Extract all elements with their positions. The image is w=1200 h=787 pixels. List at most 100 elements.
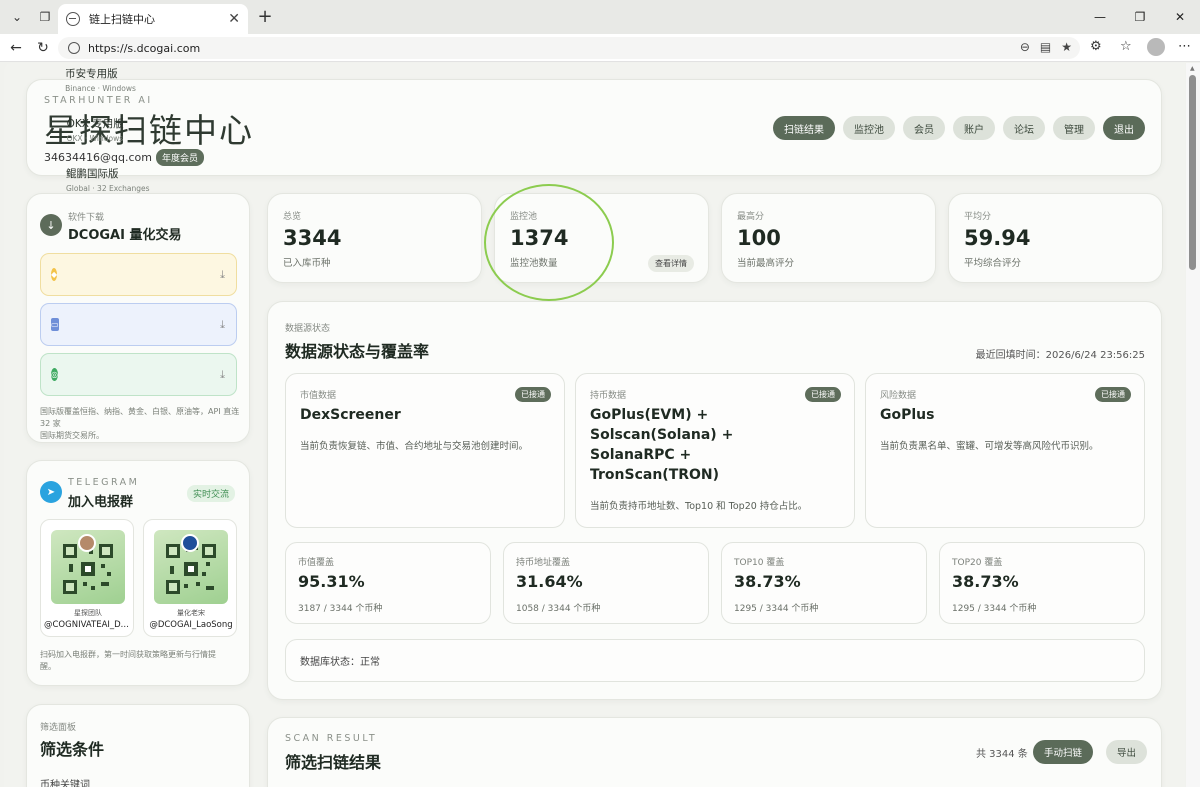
coverage-label: 市值覆盖 xyxy=(298,558,335,568)
source-market-cap: 市值数据 已接通 DexScreener 当前负责恢复链、市值、合约地址与交易池… xyxy=(285,373,565,528)
telegram-note-line: 扫码加入电报群，第一时间获取策略更新与行情提 xyxy=(40,650,216,659)
database-status: 数据库状态：正常 xyxy=(285,639,1145,682)
scan-eyebrow: SCAN RESULT xyxy=(285,733,378,744)
filter-title: 筛选条件 xyxy=(40,740,105,759)
coverage-sub: 3187 / 3344 个币种 xyxy=(298,604,383,614)
browser-tab-bar: ⌄ ❐ 链上扫链中心 ✕ + — ❐ ✕ xyxy=(0,0,1200,34)
connected-badge: 已接通 xyxy=(1095,387,1131,402)
stat-sub: 平均综合评分 xyxy=(964,258,1022,269)
stat-value: 59.94 xyxy=(964,226,1031,250)
logout-button[interactable]: 退出 xyxy=(1103,116,1145,140)
globe-icon xyxy=(66,12,80,26)
qr-code-icon xyxy=(51,530,125,604)
coverage-sub: 1295 / 3344 个币种 xyxy=(952,604,1037,614)
download-note-line: 国际期货交易所。 xyxy=(40,431,104,440)
qr-caption: 星探团队 xyxy=(74,609,102,617)
qr-handle[interactable]: @COGNIVATEAI_DA... xyxy=(41,620,135,630)
filter-label: 筛选面板 xyxy=(40,723,77,733)
scan-count: 共 3344 条 xyxy=(976,749,1028,760)
stat-sub: 当前最高评分 xyxy=(737,258,795,269)
download-item-name: 鲲鹏国际版 xyxy=(65,168,119,180)
telegram-note-line: 醒。 xyxy=(40,662,56,671)
datasource-label: 数据源状态 xyxy=(285,324,331,334)
source-desc: 当前负责持币地址数、Top10 和 Top20 持仓占比。 xyxy=(590,501,808,512)
manual-scan-button[interactable]: 手动扫链 xyxy=(1033,740,1094,764)
stat-sub: 已入库币种 xyxy=(283,258,331,269)
coverage-sub: 1058 / 3344 个币种 xyxy=(516,604,601,614)
zoom-icon[interactable]: ⊖ xyxy=(1020,40,1030,54)
scroll-up-icon[interactable]: ▲ xyxy=(1190,65,1195,72)
qr-handle[interactable]: @DCOGAI_LaoSong xyxy=(144,620,238,630)
stat-avg-score: 平均分 59.94 平均综合评分 xyxy=(948,193,1163,283)
close-window-icon[interactable]: ✕ xyxy=(1160,0,1200,34)
download-icon: ↓ xyxy=(40,214,62,236)
stat-total: 总览 3344 已入库币种 xyxy=(267,193,482,283)
address-bar: ← ↻ https://s.dcogai.com ⊖ ▤ ★ ⚙ ☆ ⋯ xyxy=(0,34,1200,62)
telegram-title: 加入电报群 xyxy=(68,495,134,510)
coverage-top20: TOP20 覆盖 38.73% 1295 / 3344 个币种 xyxy=(939,542,1145,624)
download-global[interactable]: ◎ 鲲鹏国际版 Global · 32 Exchanges ⤓ xyxy=(40,168,237,396)
export-button[interactable]: 导出 xyxy=(1106,740,1148,764)
scrollbar-thumb[interactable] xyxy=(1189,75,1196,270)
profile-avatar-icon[interactable] xyxy=(1147,38,1165,56)
source-name: GoPlus(EVM) + Solscan(Solana) + SolanaRP… xyxy=(590,407,734,483)
page-scrollbar[interactable]: ▲ xyxy=(1186,63,1200,787)
okx-file-icon: ▭ xyxy=(51,318,59,331)
binance-icon: ◆ xyxy=(51,268,58,281)
qr-caption: 量化老宋 xyxy=(177,609,205,617)
coverage-value: 31.64% xyxy=(516,572,583,591)
restore-icon[interactable]: ❐ xyxy=(1120,0,1160,34)
telegram-icon: ➤ xyxy=(40,481,62,503)
minimize-icon[interactable]: — xyxy=(1080,0,1120,34)
browser-tab[interactable]: 链上扫链中心 ✕ xyxy=(58,4,248,34)
source-desc: 当前负责黑名单、蜜罐、可增发等高风险代币识别。 xyxy=(880,441,1099,452)
more-menu-icon[interactable]: ⋯ xyxy=(1178,39,1191,54)
extensions-icon[interactable]: ⚙ xyxy=(1090,39,1102,54)
url-text[interactable]: https://s.dcogai.com xyxy=(88,42,200,55)
keyword-label: 币种关键词 xyxy=(40,780,90,787)
connected-badge: 已接通 xyxy=(805,387,841,402)
highlight-annotation-ring xyxy=(484,184,614,301)
datasource-title: 数据源状态与覆盖率 xyxy=(285,342,430,361)
source-risk: 风险数据 已接通 GoPlus 当前负责黑名单、蜜罐、可增发等高风险代币识别。 xyxy=(865,373,1145,528)
stat-value: 100 xyxy=(737,226,781,250)
source-category: 市值数据 xyxy=(300,391,337,401)
url-box[interactable]: https://s.dcogai.com ⊖ ▤ ★ xyxy=(58,37,1080,59)
source-holders: 持币数据 已接通 GoPlus(EVM) + Solscan(Solana) +… xyxy=(575,373,855,528)
coverage-value: 38.73% xyxy=(952,572,1019,591)
tab-list-chevron-icon[interactable]: ⌄ xyxy=(6,6,28,28)
download-item-name: 币安专用版 xyxy=(65,68,118,80)
coverage-sub: 1295 / 3344 个币种 xyxy=(734,604,819,614)
coverage-value: 38.73% xyxy=(734,572,801,591)
qr-card-laosong[interactable]: 量化老宋 @DCOGAI_LaoSong xyxy=(143,519,237,637)
favorites-icon[interactable]: ☆ xyxy=(1120,39,1132,54)
site-info-icon[interactable] xyxy=(68,42,80,54)
nav-forum[interactable]: 论坛 xyxy=(1003,116,1045,140)
coverage-value: 95.31% xyxy=(298,572,365,591)
workspaces-icon[interactable]: ❐ xyxy=(34,6,56,28)
window-controls: — ❐ ✕ xyxy=(1080,0,1200,34)
source-name: DexScreener xyxy=(300,407,401,423)
reader-mode-icon[interactable]: ▤ xyxy=(1040,40,1051,54)
refresh-icon[interactable]: ↻ xyxy=(33,39,53,57)
new-tab-icon[interactable]: + xyxy=(254,6,276,28)
telegram-note: 扫码加入电报群，第一时间获取策略更新与行情提 醒。 xyxy=(40,649,216,673)
download-card: ↓ 软件下载 DCOGAI 量化交易 ◆ 币安专用版 Binance · Wind… xyxy=(26,68,250,443)
source-name: GoPlus xyxy=(880,407,935,423)
download-arrow-icon[interactable]: ⤓ xyxy=(220,368,225,382)
qr-card-team[interactable]: 星探团队 @COGNIVATEAI_DA... xyxy=(40,519,134,637)
live-badge: 实时交流 xyxy=(187,485,236,502)
source-desc: 当前负责恢复链、市值、合约地址与交易池创建时间。 xyxy=(300,441,529,452)
page-viewport: STARHUNTER AI 星探扫链中心 34634416@qq.com 年度会员… xyxy=(4,63,1185,787)
coverage-label: TOP10 覆盖 xyxy=(734,558,785,568)
close-tab-icon[interactable]: ✕ xyxy=(228,11,240,27)
stat-label: 最高分 xyxy=(737,212,765,222)
nav-admin[interactable]: 管理 xyxy=(1053,116,1095,140)
tab-title: 链上扫链中心 xyxy=(89,13,155,26)
coverage-top10: TOP10 覆盖 38.73% 1295 / 3344 个币种 xyxy=(721,542,927,624)
back-icon[interactable]: ← xyxy=(6,39,26,57)
source-category: 持币数据 xyxy=(590,391,627,401)
stat-value: 3344 xyxy=(283,226,342,250)
favorite-star-icon[interactable]: ★ xyxy=(1061,40,1072,54)
view-details-button[interactable]: 查看详情 xyxy=(648,255,694,272)
